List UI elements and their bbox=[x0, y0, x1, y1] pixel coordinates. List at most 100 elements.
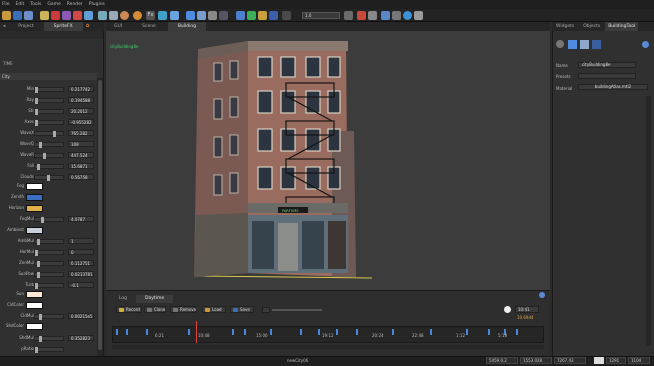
fx-icon[interactable]: Fx bbox=[146, 11, 155, 20]
menu-file[interactable]: File bbox=[2, 2, 10, 7]
list-view-icon[interactable] bbox=[580, 40, 589, 49]
redo-icon[interactable] bbox=[109, 11, 118, 20]
folder-icon[interactable] bbox=[2, 11, 11, 20]
property-value[interactable]: -0.1 bbox=[68, 282, 94, 288]
world-icon[interactable] bbox=[236, 11, 245, 20]
property-value[interactable]: 0.217742 bbox=[68, 86, 94, 92]
scale-icon[interactable] bbox=[219, 11, 228, 20]
timeline-cursor[interactable] bbox=[196, 321, 197, 343]
property-value[interactable]: 1 bbox=[68, 238, 94, 244]
property-value[interactable]: 0.56758 bbox=[68, 174, 94, 180]
load-button[interactable]: Load bbox=[202, 306, 226, 313]
delete-icon[interactable] bbox=[51, 11, 60, 20]
left-collapse-icon[interactable]: ◂ bbox=[0, 22, 8, 31]
property-value[interactable]: 0.194588 bbox=[68, 97, 94, 103]
property-slider[interactable] bbox=[34, 238, 64, 245]
left-scrollbar-thumb[interactable] bbox=[98, 80, 102, 350]
property-slider[interactable] bbox=[34, 260, 64, 267]
property-value[interactable]: 20.2012 bbox=[68, 108, 94, 114]
undo-icon[interactable] bbox=[98, 11, 107, 20]
zoom-select[interactable]: 1.0 bbox=[302, 12, 340, 19]
presets-field[interactable] bbox=[578, 73, 636, 79]
record-button[interactable]: Record bbox=[116, 306, 142, 313]
tree-view-icon[interactable] bbox=[592, 40, 601, 49]
cut-icon[interactable] bbox=[73, 11, 82, 20]
tab-objects[interactable]: Objects bbox=[578, 22, 605, 31]
collapse-icon[interactable] bbox=[539, 292, 545, 298]
tab-daytime[interactable]: Daytime bbox=[136, 295, 174, 303]
tab-buildingtool[interactable]: BuildingTool bbox=[605, 22, 639, 31]
property-slider[interactable] bbox=[34, 97, 64, 104]
tab-widgets[interactable]: Widgets bbox=[552, 22, 578, 31]
clone-button[interactable]: Clone bbox=[144, 306, 166, 313]
property-value[interactable]: 765.282 bbox=[68, 130, 94, 136]
menu-edit[interactable]: Edit bbox=[16, 2, 25, 7]
speed-slider[interactable] bbox=[272, 309, 322, 311]
measure-icon[interactable] bbox=[344, 11, 353, 20]
terrain-icon[interactable] bbox=[158, 11, 167, 20]
property-slider[interactable] bbox=[34, 216, 64, 223]
property-slider[interactable] bbox=[34, 313, 64, 320]
select-icon[interactable] bbox=[186, 11, 195, 20]
globe-icon[interactable] bbox=[403, 11, 412, 20]
property-slider[interactable] bbox=[34, 108, 64, 115]
bookmark-icon[interactable] bbox=[62, 11, 71, 20]
collapse-icon[interactable] bbox=[642, 41, 649, 48]
property-value[interactable]: 0.00215e5 bbox=[68, 313, 94, 319]
menu-plugins[interactable]: Plugins bbox=[89, 2, 105, 7]
property-value[interactable]: 0.112751 bbox=[68, 260, 94, 266]
snap-icon[interactable] bbox=[247, 11, 256, 20]
tab-spritefx[interactable]: SpriteFX bbox=[43, 22, 83, 31]
remove-button[interactable]: Remove bbox=[170, 306, 196, 313]
rotate-icon[interactable] bbox=[208, 11, 217, 20]
light-icon[interactable] bbox=[133, 11, 142, 20]
material-field[interactable]: buildingAtlas.mtl2 bbox=[578, 84, 648, 90]
grid-view-icon[interactable] bbox=[568, 40, 577, 49]
menu-game[interactable]: Game bbox=[47, 2, 60, 7]
property-slider[interactable] bbox=[34, 249, 64, 256]
color-swatch[interactable] bbox=[26, 290, 43, 298]
pause-icon[interactable] bbox=[368, 11, 377, 20]
property-slider[interactable] bbox=[34, 346, 64, 353]
copy-icon[interactable] bbox=[84, 11, 93, 20]
property-value[interactable]: -0.955282 bbox=[68, 119, 94, 125]
save-button[interactable]: Save bbox=[230, 306, 254, 313]
tab-log[interactable]: Log bbox=[110, 295, 136, 303]
water-icon[interactable] bbox=[170, 11, 179, 20]
tab-gui[interactable]: GUI bbox=[106, 22, 130, 31]
time-field[interactable]: 10:41 bbox=[515, 306, 539, 313]
property-value[interactable]: 4.0787 bbox=[68, 216, 94, 222]
property-slider[interactable] bbox=[34, 163, 64, 170]
settings-icon[interactable] bbox=[392, 11, 401, 20]
color-swatch[interactable] bbox=[26, 226, 43, 234]
tab-building[interactable]: Building bbox=[167, 22, 207, 31]
move-icon[interactable] bbox=[197, 11, 206, 20]
property-slider[interactable] bbox=[34, 141, 64, 148]
save-icon[interactable] bbox=[13, 11, 22, 20]
gear-icon[interactable]: ✿ bbox=[83, 22, 93, 31]
right-scrollbar[interactable] bbox=[646, 96, 651, 346]
property-slider[interactable] bbox=[34, 282, 64, 289]
grid-icon[interactable] bbox=[258, 11, 267, 20]
group-header[interactable]: City bbox=[0, 73, 97, 80]
timeline-scrollbar[interactable] bbox=[112, 345, 544, 349]
property-value[interactable]: 447.524 bbox=[68, 152, 94, 158]
zoom-icon[interactable] bbox=[282, 11, 291, 20]
screen-icon[interactable] bbox=[594, 357, 604, 364]
menu-tools[interactable]: Tools bbox=[30, 2, 41, 7]
property-slider[interactable] bbox=[34, 130, 64, 137]
property-value[interactable]: 0.352823 bbox=[68, 335, 94, 341]
tab-project[interactable]: Project bbox=[8, 22, 43, 31]
play-icon[interactable] bbox=[357, 11, 366, 20]
save-all-icon[interactable] bbox=[24, 11, 33, 20]
sphere-icon[interactable] bbox=[120, 11, 129, 20]
property-slider[interactable] bbox=[34, 174, 64, 181]
property-slider[interactable] bbox=[34, 86, 64, 93]
name-field[interactable]: cityBuilding8e bbox=[578, 62, 636, 68]
tab-scene[interactable]: Scene bbox=[130, 22, 168, 31]
3d-viewport[interactable]: PARFUMS bbox=[106, 31, 550, 290]
color-swatch[interactable] bbox=[26, 204, 43, 212]
speed-down-button[interactable] bbox=[262, 307, 270, 313]
physics-icon[interactable] bbox=[381, 11, 390, 20]
color-swatch[interactable] bbox=[26, 193, 43, 201]
